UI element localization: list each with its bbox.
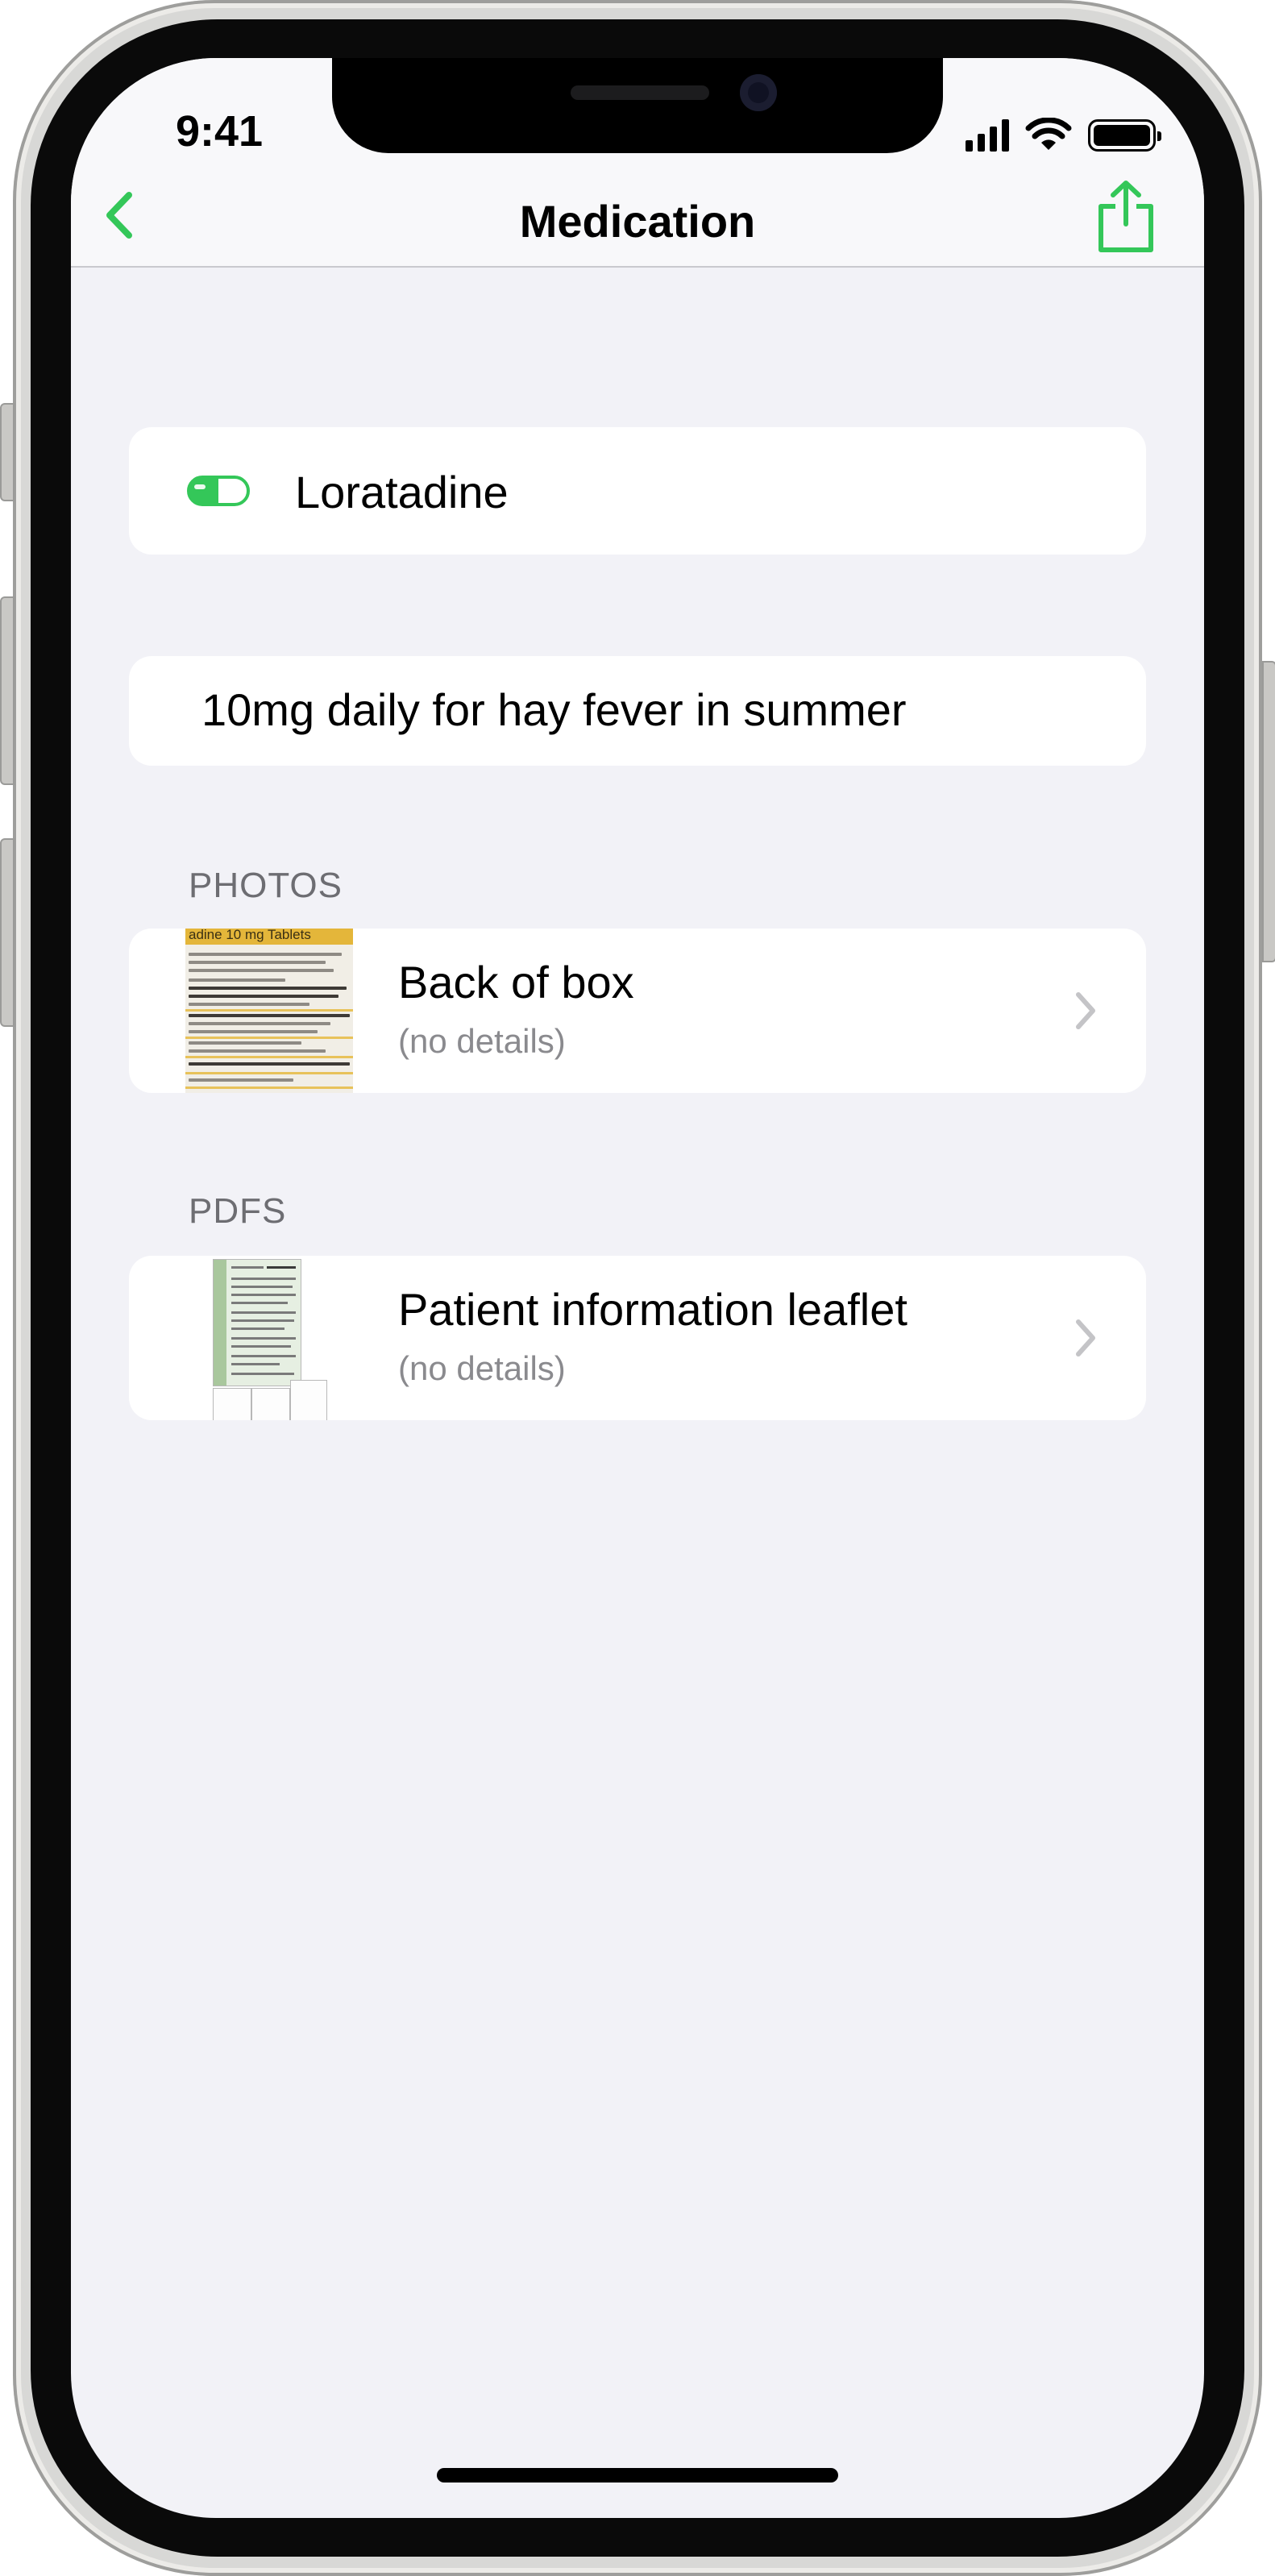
home-indicator[interactable]: [437, 2468, 838, 2483]
pdf-title: Patient information leaflet: [398, 1284, 907, 1335]
share-icon: [1098, 181, 1153, 252]
medication-name: Loratadine: [295, 467, 509, 517]
chevron-right-icon: [1076, 992, 1095, 1029]
photo-thumbnail: adine 10 mg Tablets: [185, 929, 353, 1093]
status-time: 9:41: [176, 107, 264, 156]
photo-row[interactable]: adine 10 mg Tablets Back of box (no deta…: [129, 929, 1146, 1093]
photo-title: Back of box: [398, 957, 634, 1008]
silent-switch: [0, 403, 15, 501]
status-icons: [966, 116, 1161, 152]
volume-down-button: [0, 838, 15, 1027]
pdfs-section-header: PDFS: [189, 1191, 287, 1231]
notch: [332, 58, 943, 153]
cellular-signal-icon: [966, 119, 1009, 152]
volume-up-button: [0, 596, 15, 785]
power-button: [1262, 661, 1275, 962]
navigation-bar: Medication: [71, 163, 1204, 268]
pill-toggle-icon: [187, 476, 250, 506]
notes-row[interactable]: 10mg daily for hay fever in summer: [129, 656, 1146, 766]
thumbnail-caption: adine 10 mg Tablets: [189, 929, 311, 942]
photo-subtitle: (no details): [398, 1022, 566, 1060]
front-camera: [740, 74, 777, 111]
page-title: Medication: [519, 196, 756, 247]
wifi-icon: [1025, 118, 1072, 150]
notes-text: 10mg daily for hay fever in summer: [201, 684, 907, 735]
medication-name-row[interactable]: Loratadine: [129, 427, 1146, 555]
status-bar: 9:41: [71, 58, 1204, 163]
pdf-thumbnail: [213, 1259, 332, 1420]
chevron-right-icon: [1076, 1319, 1095, 1357]
battery-icon: [1088, 119, 1161, 152]
share-button[interactable]: [1093, 179, 1159, 256]
screen: 9:41 Medication Loratadine 10mg daily fo…: [71, 58, 1204, 2518]
photos-section-header: PHOTOS: [189, 866, 343, 905]
speaker-grille: [571, 85, 709, 100]
pdf-subtitle: (no details): [398, 1349, 566, 1387]
pdf-row[interactable]: Patient information leaflet (no details): [129, 1256, 1146, 1420]
